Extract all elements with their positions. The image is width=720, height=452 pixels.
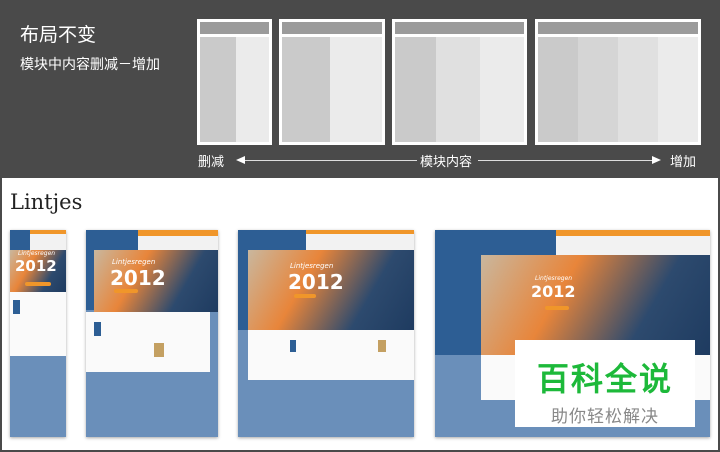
hero-word: Lintjesregen bbox=[112, 258, 156, 266]
hero-year: 2012 bbox=[288, 270, 344, 294]
layout-box-4col bbox=[535, 19, 701, 145]
arrow-left-line bbox=[240, 160, 417, 161]
hero-word: Lintjesregen bbox=[535, 275, 573, 282]
arrow-left-icon bbox=[236, 156, 245, 164]
label-increase: 增加 bbox=[670, 155, 697, 170]
hero-word: Lintjesregen bbox=[18, 250, 56, 257]
arrow-right-line bbox=[478, 160, 654, 161]
diagram-subtitle: 模块中内容删减－增加 bbox=[20, 57, 160, 73]
watermark-slogan: 助你轻松解决 bbox=[551, 407, 659, 427]
hero-word: Lintjesregen bbox=[290, 262, 334, 270]
label-module-content: 模块内容 bbox=[420, 155, 473, 170]
layout-box-2col bbox=[279, 19, 385, 145]
layout-box-2col-narrow bbox=[197, 19, 272, 145]
hero-year: 2012 bbox=[15, 257, 57, 275]
section-title: Lintjes bbox=[10, 190, 83, 214]
watermark: 百科全说 助你轻松解决 bbox=[515, 340, 695, 427]
mockup-mobile: Lintjesregen 2012 bbox=[10, 230, 66, 437]
mockup-tablet-landscape: Lintjesregen 2012 bbox=[238, 230, 414, 437]
arrow-right-icon bbox=[652, 156, 661, 164]
layout-box-3col bbox=[392, 19, 527, 145]
label-reduce: 删减 bbox=[198, 155, 225, 170]
layout-diagram: 布局不变 模块中内容删减－增加 删减 模块内容 增加 bbox=[0, 0, 720, 178]
diagram-title: 布局不变 bbox=[20, 24, 97, 46]
hero-year: 2012 bbox=[110, 266, 166, 290]
hero-year: 2012 bbox=[531, 282, 576, 301]
watermark-brand: 百科全说 bbox=[536, 360, 673, 398]
mockup-tablet-portrait: Lintjesregen 2012 bbox=[86, 230, 218, 437]
